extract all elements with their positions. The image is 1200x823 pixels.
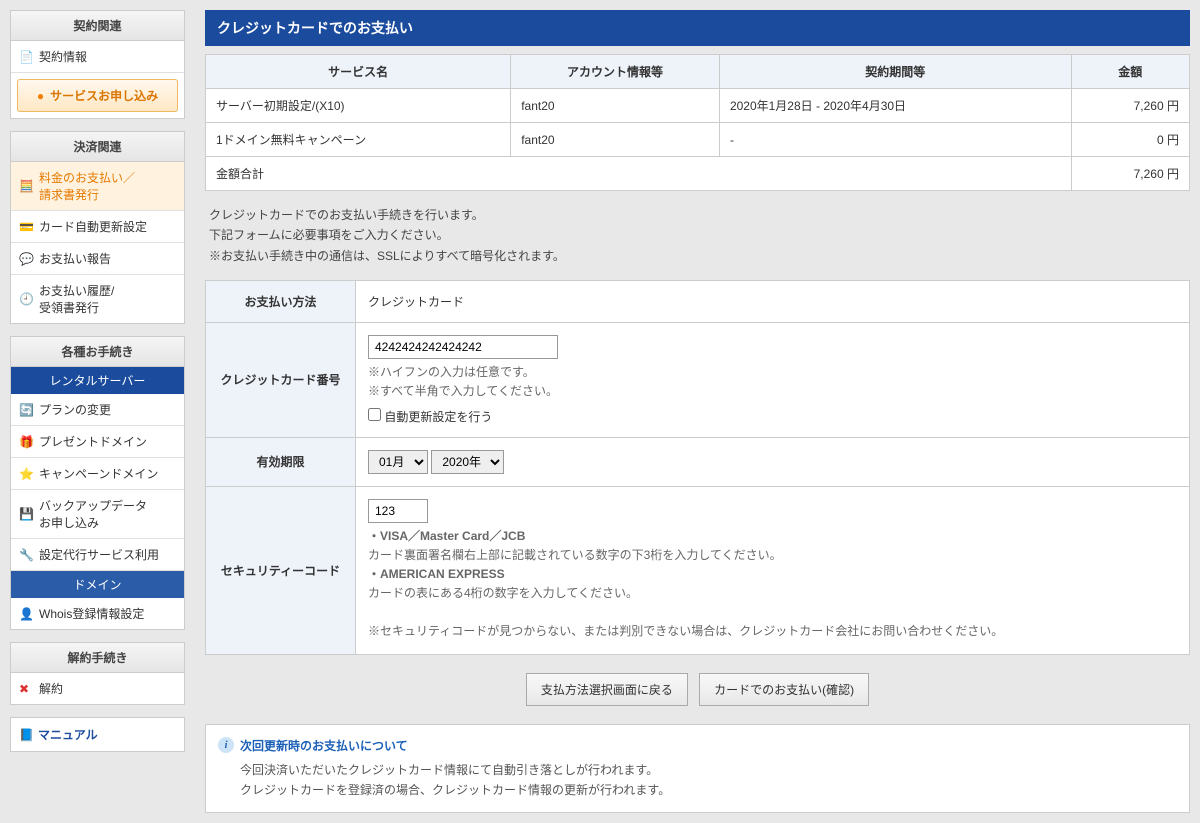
table-total-row: 金額合計 7,260 円 [206, 157, 1190, 191]
value-payment-method: クレジットカード [356, 281, 1190, 323]
x-icon: ✖ [19, 682, 33, 696]
button-row: 支払方法選択画面に戻る カードでのお支払い(確認) [205, 673, 1190, 706]
sidebar-manual-header[interactable]: 📘 マニュアル [10, 717, 185, 752]
sidebar-item-label: お支払い報告 [39, 250, 111, 267]
sidebar-procedures-title: 各種お手続き [11, 337, 184, 367]
label-expiry: 有効期限 [206, 437, 356, 486]
sidebar-item-label: お支払い履歴/ 受領書発行 [39, 282, 114, 316]
sidebar-procedures-block: 各種お手続き レンタルサーバー 🔄 プランの変更 🎁 プレゼントドメイン ⭐ キ… [10, 336, 185, 630]
description-text: クレジットカードでのお支払い手続きを行います。 下記フォームに必要事項をご入力く… [209, 205, 1186, 266]
star-icon: ⭐ [19, 467, 33, 481]
expiry-year-select[interactable]: 2020年 [431, 450, 504, 474]
document-icon: 📄 [19, 50, 33, 64]
sidebar-item-contract-info[interactable]: 📄 契約情報 [11, 41, 184, 73]
sidebar-item-label: 料金のお支払い／ 請求書発行 [39, 169, 135, 203]
sidebar-item-label: Whois登録情報設定 [39, 605, 144, 622]
sidebar-item-present-domain[interactable]: 🎁 プレゼントドメイン [11, 426, 184, 458]
book-icon: 📘 [19, 728, 34, 742]
clock-icon: 🕘 [19, 292, 33, 306]
sidebar-domain-header: ドメイン [11, 571, 184, 598]
sidebar-item-label: マニュアル [38, 726, 98, 743]
info-box: i 次回更新時のお支払いについて 今回決済いただいたクレジットカード情報にて自動… [205, 724, 1190, 814]
sidebar-item-backup[interactable]: 💾 バックアップデータ お申し込み [11, 490, 184, 539]
card-number-input[interactable] [368, 335, 558, 359]
info-icon: i [218, 737, 234, 753]
sidebar-item-invoice[interactable]: 🧮 料金のお支払い／ 請求書発行 [11, 162, 184, 211]
plus-icon: ● [37, 89, 44, 103]
info-body: 今回決済いただいたクレジットカード情報にて自動引き落としが行われます。 クレジッ… [218, 760, 1177, 801]
info-title: i 次回更新時のお支払いについて [218, 737, 1177, 754]
disk-icon: 💾 [19, 507, 33, 521]
sidebar-item-label: 解約 [39, 680, 63, 697]
sidebar-item-label: プランの変更 [39, 401, 111, 418]
sidebar-contract-block: 契約関連 📄 契約情報 ● サービスお申し込み [10, 10, 185, 119]
service-apply-button[interactable]: ● サービスお申し込み [17, 79, 178, 112]
calculator-icon: 🧮 [19, 179, 33, 193]
sidebar-item-label: 契約情報 [39, 48, 87, 65]
sidebar-item-cancel[interactable]: ✖ 解約 [11, 673, 184, 704]
sidebar-item-label: サービスお申し込み [50, 87, 158, 104]
sidebar-payment-block: 決済関連 🧮 料金のお支払い／ 請求書発行 💳 カード自動更新設定 💬 お支払い… [10, 131, 185, 324]
sidebar-item-label: バックアップデータ お申し込み [39, 497, 147, 531]
auto-renew-label[interactable]: 自動更新設定を行う [368, 410, 492, 424]
table-row: 1ドメイン無料キャンペーン fant20 - 0 円 [206, 123, 1190, 157]
order-table: サービス名 アカウント情報等 契約期間等 金額 サーバー初期設定/(X10) f… [205, 54, 1190, 191]
sidebar-item-card-auto[interactable]: 💳 カード自動更新設定 [11, 211, 184, 243]
label-payment-method: お支払い方法 [206, 281, 356, 323]
confirm-button[interactable]: カードでのお支払い(確認) [699, 673, 869, 706]
sidebar-item-plan-change[interactable]: 🔄 プランの変更 [11, 394, 184, 426]
refresh-icon: 🔄 [19, 403, 33, 417]
sidebar-rental-header: レンタルサーバー [11, 367, 184, 394]
sidebar-contract-title: 契約関連 [11, 11, 184, 41]
table-row: サーバー初期設定/(X10) fant20 2020年1月28日 - 2020年… [206, 89, 1190, 123]
sidebar-item-label: 設定代行サービス利用 [39, 546, 159, 563]
payment-form: お支払い方法 クレジットカード クレジットカード番号 ※ハイフンの入力は任意です… [205, 280, 1190, 655]
person-icon: 👤 [19, 607, 33, 621]
col-period: 契約期間等 [719, 55, 1071, 89]
wrench-icon: 🔧 [19, 548, 33, 562]
expiry-month-select[interactable]: 01月 [368, 450, 428, 474]
speech-icon: 💬 [19, 252, 33, 266]
card-hint: ※ハイフンの入力は任意です。 ※すべて半角で入力してください。 [368, 363, 1177, 401]
sidebar-item-campaign-domain[interactable]: ⭐ キャンペーンドメイン [11, 458, 184, 490]
col-service: サービス名 [206, 55, 511, 89]
page-title: クレジットカードでのお支払い [205, 10, 1190, 46]
sidebar-item-setup-service[interactable]: 🔧 設定代行サービス利用 [11, 539, 184, 571]
auto-renew-checkbox[interactable] [368, 408, 381, 421]
gift-icon: 🎁 [19, 435, 33, 449]
col-amount: 金額 [1071, 55, 1189, 89]
sidebar-item-label: キャンペーンドメイン [39, 465, 158, 482]
label-security-code: セキュリティーコード [206, 486, 356, 654]
sidebar-cancel-block: 解約手続き ✖ 解約 [10, 642, 185, 705]
col-account: アカウント情報等 [511, 55, 720, 89]
sidebar-payment-title: 決済関連 [11, 132, 184, 162]
sidebar-item-payment-history[interactable]: 🕘 お支払い履歴/ 受領書発行 [11, 275, 184, 323]
security-code-input[interactable] [368, 499, 428, 523]
card-icon: 💳 [19, 220, 33, 234]
sidebar-item-label: プレゼントドメイン [39, 433, 147, 450]
label-card-number: クレジットカード番号 [206, 323, 356, 437]
sidebar-cancel-title: 解約手続き [11, 643, 184, 673]
sidebar-item-payment-report[interactable]: 💬 お支払い報告 [11, 243, 184, 275]
sidebar-item-label: カード自動更新設定 [39, 218, 147, 235]
sidebar-item-whois[interactable]: 👤 Whois登録情報設定 [11, 598, 184, 629]
security-code-hint: ・VISA／Master Card／JCB カード裏面署名欄右上部に記載されてい… [368, 527, 1177, 642]
back-button[interactable]: 支払方法選択画面に戻る [526, 673, 688, 706]
